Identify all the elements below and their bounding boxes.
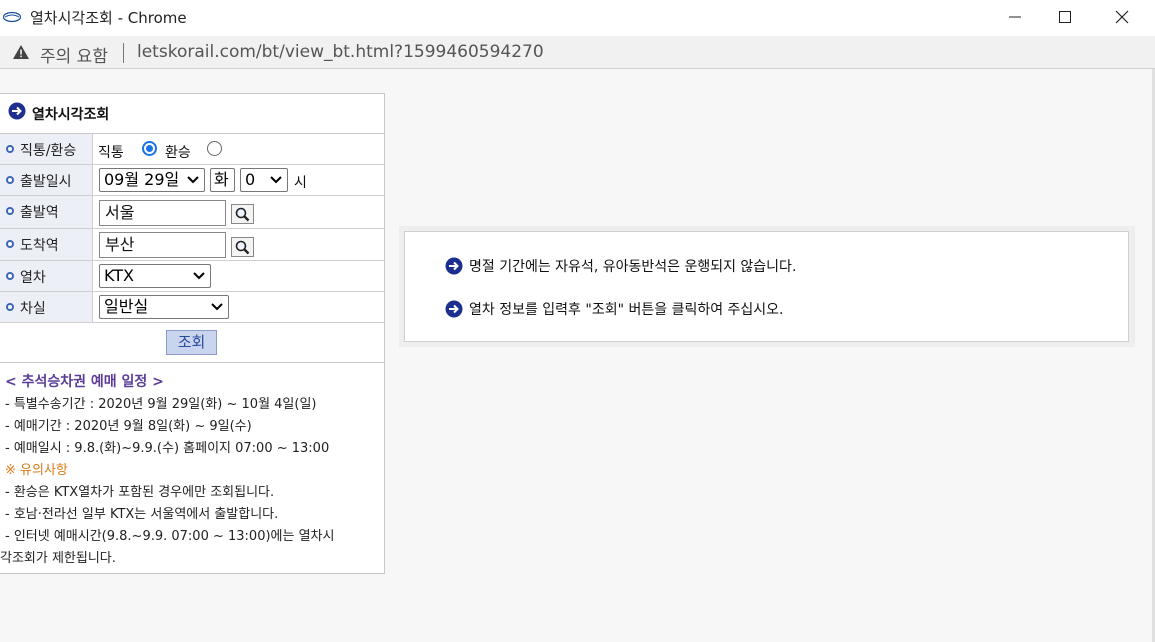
label-cell: 출발일시 bbox=[0, 165, 93, 195]
close-button[interactable] bbox=[1097, 0, 1147, 34]
seat-class-select-value: 일반실 bbox=[104, 297, 149, 316]
row-departure-datetime: 출발일시 09월 29일 화 0 시 bbox=[0, 165, 384, 196]
hour-select[interactable]: 0 bbox=[240, 168, 288, 192]
arrival-station-value: 부산 bbox=[105, 235, 135, 254]
caution-title: ※ 유의사항 bbox=[5, 463, 68, 478]
window-title: 열차시각조회 - Chrome bbox=[30, 9, 187, 27]
address-bar: 주의 요함 letskorail.com/bt/view_bt.html?159… bbox=[0, 36, 1155, 69]
arrival-station-search-button[interactable] bbox=[231, 237, 254, 257]
bullet-icon bbox=[6, 145, 14, 153]
caution-line: 각조회가 제한됩니다. bbox=[0, 551, 116, 566]
caution-line: - 인터넷 예매시간(9.8.~9.9. 07:00 ~ 13:00)에는 열차… bbox=[5, 529, 335, 544]
label-cell: 도착역 bbox=[0, 229, 93, 260]
transfer-option-label: 환승 bbox=[165, 145, 191, 161]
row-arrival-station: 도착역 부산 bbox=[0, 229, 384, 261]
caution-line: - 호남·전라선 일부 KTX는 서울역에서 출발합니다. bbox=[5, 507, 279, 522]
hour-unit-label: 시 bbox=[294, 175, 307, 191]
label-cell: 출발역 bbox=[0, 196, 93, 228]
info-box: 명절 기간에는 자유석, 유아동반석은 운행되지 않습니다. 열차 정보를 입력… bbox=[404, 231, 1129, 342]
notice-line: - 특별수송기간 : 2020년 9월 29일(화) ~ 10월 4일(일) bbox=[5, 397, 317, 412]
notice-title: < 추석승차권 예매 일정 > bbox=[5, 374, 164, 390]
minimize-button[interactable] bbox=[990, 0, 1040, 34]
arrival-station-input[interactable]: 부산 bbox=[99, 232, 226, 258]
url-text[interactable]: letskorail.com/bt/view_bt.html?159946059… bbox=[137, 42, 544, 62]
row-train: 열차 KTX bbox=[0, 261, 384, 292]
security-warning-label[interactable]: 주의 요함 bbox=[40, 42, 108, 67]
train-label: 열차 bbox=[20, 270, 46, 286]
transfer-radio[interactable] bbox=[207, 141, 222, 156]
chevron-down-icon bbox=[270, 176, 282, 184]
arrow-circle-icon bbox=[445, 300, 463, 318]
date-select-value: 09월 29일 bbox=[104, 170, 180, 189]
chevron-down-icon bbox=[187, 176, 199, 184]
label-cell: 차실 bbox=[0, 292, 93, 322]
magnifier-icon bbox=[235, 207, 250, 222]
departure-station-value: 서울 bbox=[105, 203, 135, 222]
departure-station-label: 출발역 bbox=[20, 205, 59, 221]
seat-class-label: 차실 bbox=[20, 301, 46, 317]
panel-title: 열차시각조회 bbox=[32, 107, 110, 123]
search-submit-button[interactable]: 조회 bbox=[166, 330, 217, 355]
departure-station-search-button[interactable] bbox=[231, 204, 254, 224]
notice-line: - 예매기간 : 2020년 9월 8일(화) ~ 9일(수) bbox=[5, 419, 252, 434]
bullet-icon bbox=[6, 272, 14, 280]
timetable-form-panel: 열차시각조회 직통/환승 직통 환승 출발일시 09월 29일 화 0 시 출발… bbox=[0, 93, 385, 574]
arrow-circle-icon bbox=[8, 102, 26, 120]
chevron-down-icon bbox=[211, 303, 223, 311]
date-select[interactable]: 09월 29일 bbox=[99, 168, 205, 192]
info-text: 열차 정보를 입력후 "조회" 버튼을 클릭하여 주십시오. bbox=[469, 302, 784, 318]
warning-triangle-icon bbox=[13, 45, 29, 59]
departure-datetime-label: 출발일시 bbox=[20, 174, 72, 190]
chevron-down-icon bbox=[193, 272, 205, 280]
label-cell: 직통/환승 bbox=[0, 134, 93, 164]
panel-header: 열차시각조회 bbox=[0, 94, 384, 134]
row-route-type: 직통/환승 직통 환승 bbox=[0, 134, 384, 165]
train-select[interactable]: KTX bbox=[99, 264, 211, 288]
korail-logo-icon bbox=[3, 11, 21, 23]
submit-row: 조회 bbox=[0, 323, 384, 363]
bullet-icon bbox=[6, 207, 14, 215]
seat-class-select[interactable]: 일반실 bbox=[99, 295, 229, 319]
label-cell: 열차 bbox=[0, 261, 93, 291]
direct-radio[interactable] bbox=[142, 141, 157, 156]
arrow-circle-icon bbox=[445, 257, 463, 275]
address-separator bbox=[123, 43, 124, 63]
weekday-value: 화 bbox=[214, 170, 229, 189]
bullet-icon bbox=[6, 176, 14, 184]
magnifier-icon bbox=[235, 240, 250, 255]
arrival-station-label: 도착역 bbox=[20, 238, 59, 254]
minimize-icon bbox=[1009, 16, 1021, 18]
hour-select-value: 0 bbox=[245, 170, 256, 189]
departure-station-input[interactable]: 서울 bbox=[99, 200, 226, 226]
maximize-button[interactable] bbox=[1040, 0, 1090, 34]
title-bar: 열차시각조회 - Chrome bbox=[0, 0, 1155, 36]
route-type-label: 직통/환승 bbox=[20, 143, 77, 159]
info-text: 명절 기간에는 자유석, 유아동반석은 운행되지 않습니다. bbox=[469, 259, 797, 275]
row-departure-station: 출발역 서울 bbox=[0, 196, 384, 229]
caution-line: - 환승은 KTX열차가 포함된 경우에만 조회됩니다. bbox=[5, 485, 275, 500]
train-select-value: KTX bbox=[104, 266, 134, 285]
notice-line: - 예매일시 : 9.8.(화)~9.9.(수) 홈페이지 07:00 ~ 13… bbox=[5, 441, 330, 456]
weekday-box: 화 bbox=[210, 168, 235, 192]
browser-window: 열차시각조회 - Chrome 주의 요함 letskorail.com/bt/… bbox=[0, 0, 1155, 642]
row-seat-class: 차실 일반실 bbox=[0, 292, 384, 323]
close-icon bbox=[1115, 10, 1129, 24]
maximize-icon bbox=[1059, 11, 1071, 23]
bullet-icon bbox=[6, 240, 14, 248]
direct-option-label: 직통 bbox=[98, 145, 124, 161]
info-panel: 명절 기간에는 자유석, 유아동반석은 운행되지 않습니다. 열차 정보를 입력… bbox=[399, 226, 1135, 347]
bullet-icon bbox=[6, 303, 14, 311]
